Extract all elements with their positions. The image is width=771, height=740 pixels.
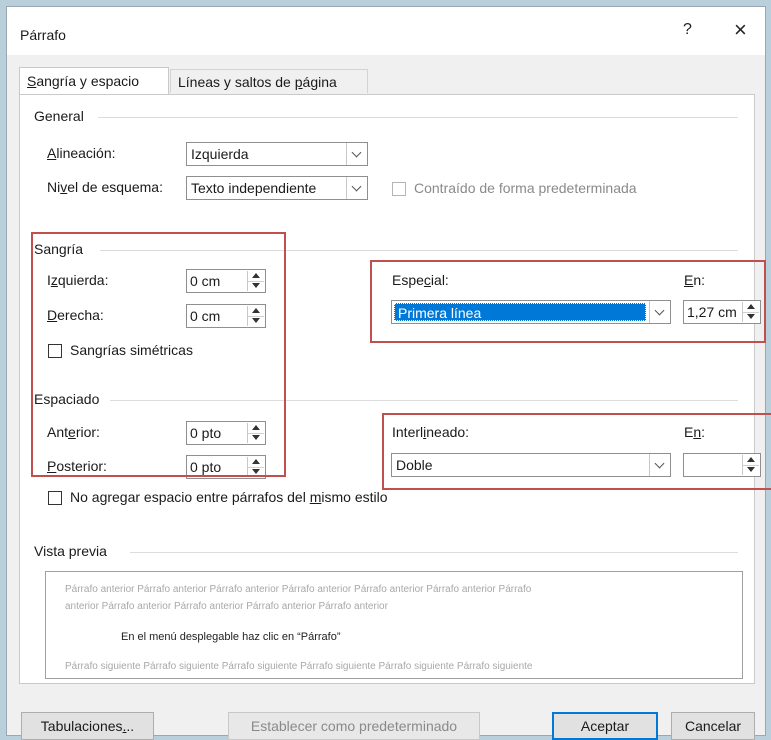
collapsed-label: Contraído de forma predeterminada xyxy=(414,180,637,196)
tab-line-page-breaks[interactable]: Líneas y saltos de página xyxy=(170,69,368,93)
no-space-same-style-checkbox[interactable] xyxy=(48,491,62,505)
paragraph-preview: Párrafo anterior Párrafo anterior Párraf… xyxy=(45,571,743,679)
special-highlight xyxy=(370,260,766,343)
section-preview-title: Vista previa xyxy=(34,543,107,559)
tab-indent-spacing[interactable]: Sangría y espacio xyxy=(19,67,169,94)
title-bar: Párrafo ? × xyxy=(7,7,765,55)
tabs-button[interactable]: Tabulaciones... xyxy=(21,712,154,740)
general-separator xyxy=(98,117,738,118)
ok-button[interactable]: Aceptar xyxy=(552,712,658,740)
preview-current-paragraph: En el menú desplegable haz clic en “Párr… xyxy=(121,631,341,643)
no-space-same-style-label: No agregar espacio entre párrafos del mi… xyxy=(70,489,388,505)
preview-prev-line: Párrafo anterior Párrafo anterior Párraf… xyxy=(65,584,532,595)
cancel-button[interactable]: Cancelar xyxy=(671,712,755,740)
indent-spacing-highlight xyxy=(31,232,286,477)
collapsed-checkbox[interactable] xyxy=(392,182,406,196)
outline-level-combo[interactable]: Texto independiente xyxy=(186,176,368,200)
chevron-down-icon[interactable] xyxy=(346,177,367,199)
preview-next-line: Párrafo siguiente Párrafo siguiente Párr… xyxy=(65,661,533,672)
dialog-title: Párrafo xyxy=(20,27,66,43)
alignment-label: Alineación: xyxy=(47,145,116,161)
chevron-down-icon[interactable] xyxy=(346,143,367,165)
line-spacing-highlight xyxy=(382,413,771,490)
section-general-title: General xyxy=(34,108,84,124)
tab-panel: General Alineación: Izquierda Nivel de e… xyxy=(19,94,771,684)
preview-separator xyxy=(130,552,738,553)
paragraph-dialog: Párrafo ? × Sangría y espacio Líneas y s… xyxy=(6,6,771,740)
outline-level-label: Nivel de esquema: xyxy=(47,179,163,195)
alignment-combo[interactable]: Izquierda xyxy=(186,142,368,166)
set-default-button[interactable]: Establecer como predeterminado xyxy=(228,712,480,740)
close-icon[interactable]: × xyxy=(734,17,747,43)
help-icon[interactable]: ? xyxy=(683,21,692,39)
preview-prev-line: anterior Párrafo anterior Párrafo anteri… xyxy=(65,601,388,612)
